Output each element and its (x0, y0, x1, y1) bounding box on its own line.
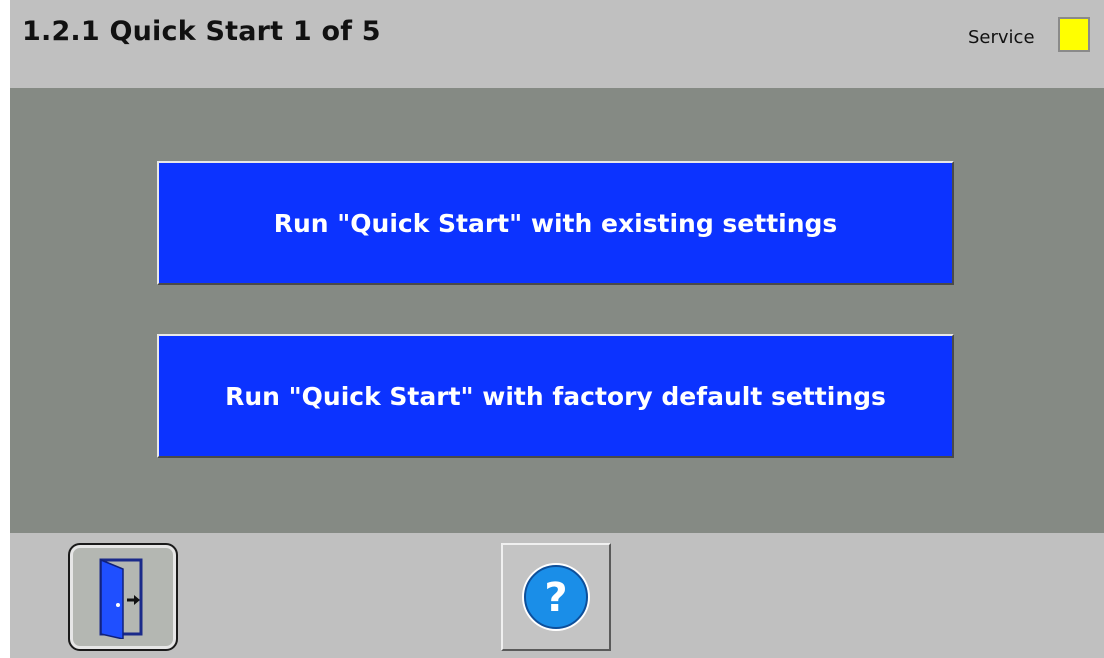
help-question-icon: ? (522, 563, 590, 631)
help-glyph: ? (544, 575, 567, 621)
page-title: 1.2.1 Quick Start 1 of 5 (22, 16, 381, 47)
main-panel: Run "Quick Start" with existing settings… (10, 88, 1104, 533)
quick-start-factory-default-button[interactable]: Run "Quick Start" with factory default s… (157, 334, 954, 458)
hmi-screen: 1.2.1 Quick Start 1 of 5 Service Run "Qu… (10, 0, 1104, 658)
service-status-indicator (1058, 17, 1090, 52)
quick-start-existing-settings-button[interactable]: Run "Quick Start" with existing settings (157, 161, 954, 285)
footer-bar: ? (10, 533, 1104, 658)
service-label: Service (968, 27, 1035, 48)
exit-door-icon (99, 558, 143, 639)
header-bar: 1.2.1 Quick Start 1 of 5 Service (10, 0, 1104, 88)
help-button[interactable]: ? (501, 543, 611, 651)
exit-button[interactable] (68, 543, 178, 651)
